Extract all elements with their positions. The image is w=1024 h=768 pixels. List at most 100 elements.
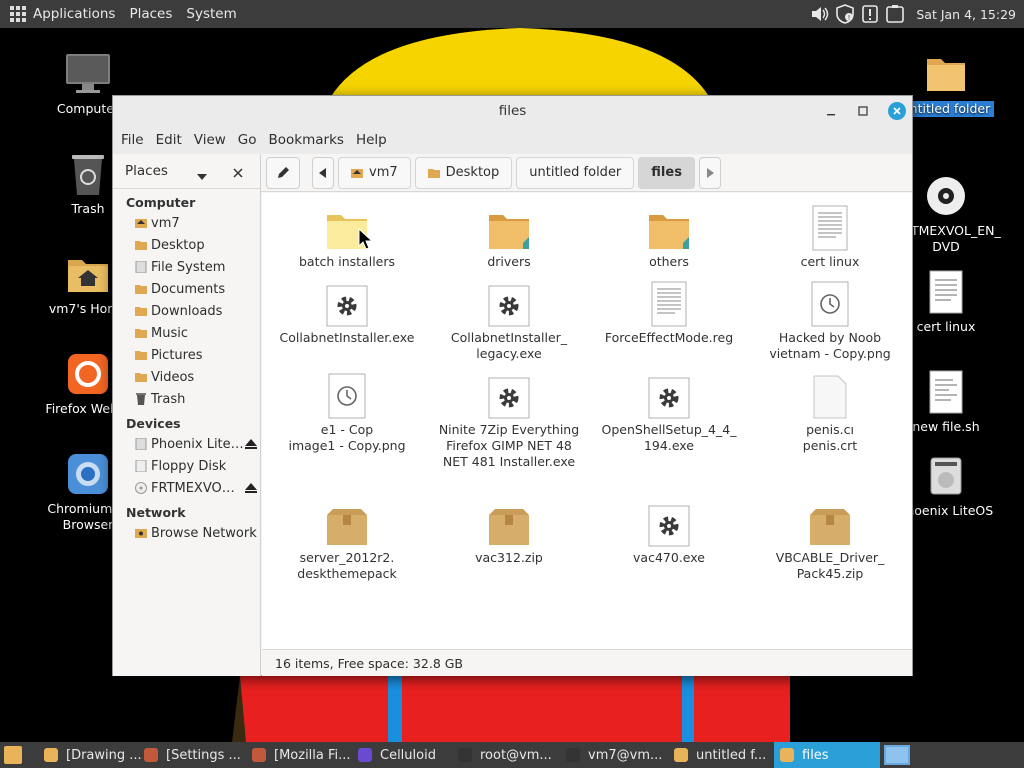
eject-icon[interactable]: [244, 438, 258, 454]
sidebar-item-pictures[interactable]: Pictures: [113, 344, 260, 366]
file-item[interactable]: CollabnetInstaller.exe: [266, 279, 428, 346]
exe-icon: [266, 279, 428, 327]
breadcrumb-item[interactable]: files: [638, 156, 695, 189]
tray: ! Sat Jan 4, 15:29: [810, 0, 1016, 28]
sidebar-item-vm7[interactable]: vm7: [113, 212, 260, 234]
forward-button[interactable]: [698, 156, 721, 189]
breadcrumb-item[interactable]: vm7: [338, 156, 411, 189]
taskbar-button[interactable]: [Settings ...: [138, 742, 246, 768]
places-menu[interactable]: Places: [122, 6, 179, 22]
menu-go[interactable]: Go: [232, 132, 263, 148]
menu-file[interactable]: File: [115, 132, 150, 148]
battery-icon[interactable]: [885, 4, 905, 24]
sidebar-item-videos[interactable]: Videos: [113, 366, 260, 388]
shield-alert-icon[interactable]: !: [835, 4, 855, 24]
file-item[interactable]: OpenShellSetup_4_4_ 194.exe: [588, 371, 750, 454]
sidebar-item-label: Browse Network: [151, 525, 257, 541]
exe-icon: [428, 279, 590, 327]
file-grid[interactable]: batch installers drivers others cert linux C…: [262, 193, 912, 649]
file-item[interactable]: Hacked by Noob vietnam - Copy.png: [749, 279, 911, 362]
file-item[interactable]: vac470.exe: [588, 499, 750, 566]
sidebar-item-music[interactable]: Music: [113, 322, 260, 344]
show-desktop-icon[interactable]: [4, 746, 22, 764]
file-item[interactable]: ForceEffectMode.reg: [588, 279, 750, 346]
file-item[interactable]: vac312.zip: [428, 499, 590, 566]
sidebar-item-trash[interactable]: Trash: [113, 388, 260, 410]
menu-view[interactable]: View: [188, 132, 232, 148]
taskbar-button[interactable]: files: [774, 742, 880, 768]
file-item[interactable]: penis.cı penis.crt: [749, 371, 911, 454]
chevron-down-icon[interactable]: [197, 168, 207, 184]
applications-menu[interactable]: Applications: [26, 6, 122, 22]
menu-edit[interactable]: Edit: [150, 132, 188, 148]
taskbar-button[interactable]: Celluloid: [352, 742, 452, 768]
sidebar-item-documents[interactable]: Documents: [113, 278, 260, 300]
section-devices: Devices: [126, 416, 181, 431]
close-button[interactable]: [888, 102, 906, 120]
sidebar-item-file-system[interactable]: File System: [113, 256, 260, 278]
minimize-button[interactable]: [822, 102, 840, 120]
folder-icon: [135, 305, 147, 317]
file-item[interactable]: server_2012r2. deskthemepack: [266, 499, 428, 582]
taskbar-button[interactable]: root@vm...: [452, 742, 560, 768]
folder-icon: [922, 50, 970, 98]
apps-grid-icon[interactable]: [10, 6, 26, 22]
clock[interactable]: Sat Jan 4, 15:29: [916, 7, 1016, 22]
sidebar-item-downloads[interactable]: Downloads: [113, 300, 260, 322]
folder-icon: [427, 167, 440, 179]
menu-help[interactable]: Help: [350, 132, 393, 148]
workspace-switcher[interactable]: [884, 745, 910, 765]
file-label: server_2012r2.: [299, 550, 395, 565]
taskbar-button[interactable]: [Drawing ...: [38, 742, 142, 768]
file-item[interactable]: CollabnetInstaller_ legacy.exe: [428, 279, 590, 362]
volume-icon[interactable]: [810, 4, 830, 24]
file-item[interactable]: cert linux: [749, 203, 911, 270]
sidebar-item-label: Trash: [151, 391, 186, 407]
status-text: 16 items, Free space: 32.8 GB: [275, 655, 464, 671]
sidebar-item-label: Phoenix Lite…: [151, 436, 244, 452]
sidebar-device[interactable]: Phoenix Lite…: [113, 433, 260, 455]
breadcrumb-item[interactable]: untitled folder: [516, 156, 635, 189]
breadcrumb-item[interactable]: Desktop: [414, 156, 513, 189]
file-item[interactable]: Ninite 7Zip Everything Firefox GIMP NET 4…: [428, 371, 590, 470]
maximize-button[interactable]: [854, 102, 872, 120]
taskbar-label: vm7@vm...: [588, 747, 663, 763]
file-item[interactable]: others: [588, 203, 750, 270]
sidebar-item-label: Floppy Disk: [151, 458, 227, 474]
drive-icon: [922, 452, 970, 500]
sidebar-device[interactable]: FRTMEXVO…: [113, 477, 260, 499]
section-computer: Computer: [126, 195, 196, 210]
system-menu[interactable]: System: [179, 6, 243, 22]
sidebar-item-browse-network[interactable]: Browse Network: [113, 522, 260, 544]
app-icon: [44, 748, 58, 762]
file-label: cert linux: [800, 254, 860, 269]
file-item[interactable]: batch installers: [266, 203, 428, 270]
home-icon: [351, 167, 363, 179]
file-item[interactable]: VBCABLE_Driver_ Pack45.zip: [749, 499, 911, 582]
app-icon: [780, 748, 794, 762]
sidebar-selector[interactable]: Places: [125, 163, 168, 179]
sidebar-item-label: Videos: [151, 369, 195, 385]
eject-icon[interactable]: [244, 482, 258, 498]
taskbar-button[interactable]: vm7@vm...: [560, 742, 668, 768]
update-alert-icon[interactable]: [860, 4, 880, 24]
taskbar-button[interactable]: untitled f...: [668, 742, 774, 768]
file-item[interactable]: e1 - Cop image1 - Copy.png: [266, 371, 428, 454]
exe-icon: [588, 499, 750, 547]
file-label: CollabnetInstaller_: [450, 330, 568, 345]
computer-icon: [64, 50, 112, 98]
file-label: Ninite 7Zip Everything: [438, 422, 580, 437]
home-folder-icon: [64, 250, 112, 298]
file-manager-window[interactable]: files File Edit View Go Bookmarks Help P…: [112, 95, 913, 676]
file-label: VBCABLE_Driver_: [775, 550, 885, 565]
close-sidebar-icon[interactable]: [233, 166, 243, 182]
titlebar[interactable]: files: [113, 96, 912, 126]
file-item[interactable]: drivers: [428, 203, 590, 270]
edit-location-button[interactable]: [266, 156, 300, 189]
menu-bookmarks[interactable]: Bookmarks: [263, 132, 350, 148]
file-label: penis.crt: [802, 438, 858, 453]
sidebar-item-desktop[interactable]: Desktop: [113, 234, 260, 256]
taskbar-button[interactable]: [Mozilla Fi...: [246, 742, 352, 768]
back-button[interactable]: [312, 156, 334, 189]
sidebar-device[interactable]: Floppy Disk: [113, 455, 260, 477]
